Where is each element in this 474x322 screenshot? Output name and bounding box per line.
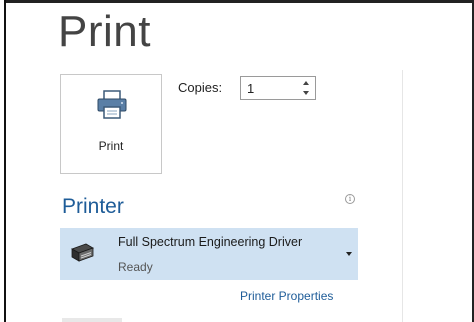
print-backstage-panel: Print Print Copies: 1 Printer i Full Spe… [0, 0, 474, 322]
page-title: Print [58, 7, 151, 56]
print-button[interactable]: Print [60, 74, 162, 174]
printer-name: Full Spectrum Engineering Driver [118, 235, 303, 249]
copies-spinner[interactable]: 1 [240, 76, 316, 100]
printer-properties-link[interactable]: Printer Properties [240, 289, 333, 303]
spinner-down-icon[interactable] [303, 91, 309, 95]
copies-label: Copies: [178, 80, 223, 95]
print-button-label: Print [98, 139, 124, 153]
settings-section-edge [62, 318, 122, 322]
copies-value[interactable]: 1 [247, 81, 254, 96]
chevron-down-icon[interactable] [346, 252, 352, 256]
info-icon[interactable]: i [345, 194, 355, 204]
printer-icon [97, 90, 127, 119]
printer-section-heading: Printer [62, 195, 124, 218]
laser-printer-icon [71, 243, 94, 262]
spinner-up-icon[interactable] [303, 81, 309, 85]
preview-divider [402, 70, 403, 322]
printer-status: Ready [118, 260, 153, 274]
window-left-edge [0, 0, 6, 322]
window-top-edge [0, 0, 474, 3]
printer-dropdown[interactable]: Full Spectrum Engineering Driver Ready [60, 228, 358, 280]
